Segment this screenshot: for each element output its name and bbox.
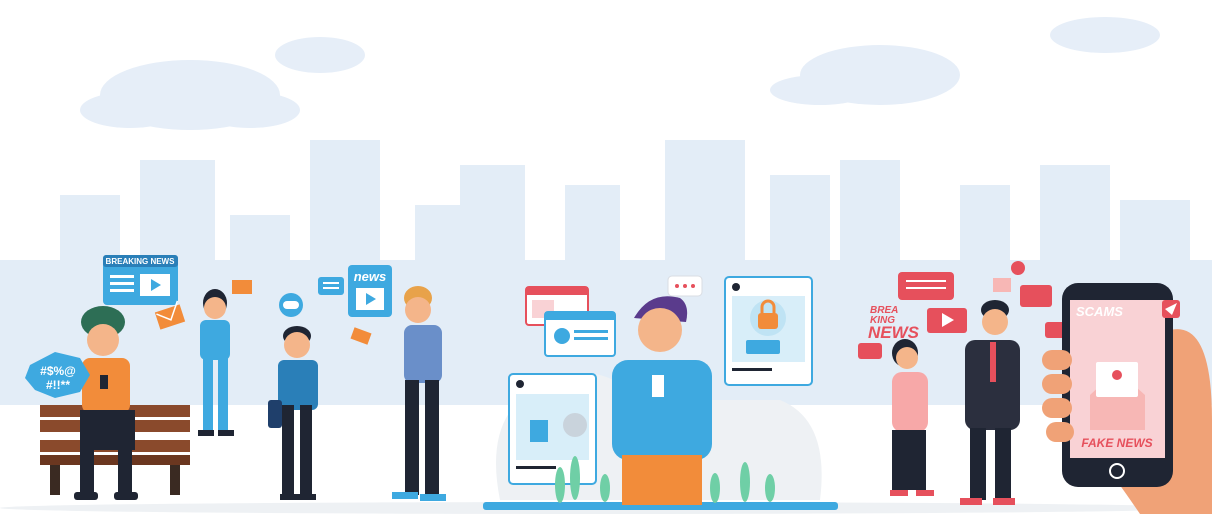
illustration-scene: #$%@ #!!** BREAKING NEWS news BREA KING … xyxy=(0,17,1212,514)
chat-icon xyxy=(1020,285,1052,307)
breaking-news-label: BREAKING NEWS xyxy=(106,257,176,266)
gamepad-bubble xyxy=(279,293,303,317)
video-card xyxy=(927,308,967,333)
gamepad-icon xyxy=(283,301,299,309)
news-label: news xyxy=(354,269,387,284)
skyline xyxy=(0,140,1212,410)
robot-icon xyxy=(563,413,587,437)
profile-window xyxy=(544,311,616,357)
lock-icon xyxy=(758,313,778,329)
social-post-card xyxy=(508,373,597,485)
user-icon xyxy=(554,328,570,344)
secure-post-card xyxy=(724,276,813,386)
news-badge: news xyxy=(348,265,392,317)
chat-icon xyxy=(318,277,344,295)
envelope-icon xyxy=(232,280,252,294)
chat-bubble-red xyxy=(898,272,954,300)
swear-text-2: #!!** xyxy=(46,378,70,392)
news-caps-text: NEWS xyxy=(868,323,920,342)
fake-news-label: FAKE NEWS xyxy=(1081,436,1152,450)
clouds xyxy=(80,17,1160,130)
scams-label: SCAMS xyxy=(1076,304,1123,319)
envelope-icon xyxy=(993,278,1011,292)
swear-text-1: #$%@ xyxy=(40,364,76,378)
chat-bubble xyxy=(667,275,703,297)
dots-bubble xyxy=(858,343,882,359)
bell-icon xyxy=(1011,261,1025,275)
breaking-news-card: BREAKING NEWS xyxy=(103,255,178,305)
